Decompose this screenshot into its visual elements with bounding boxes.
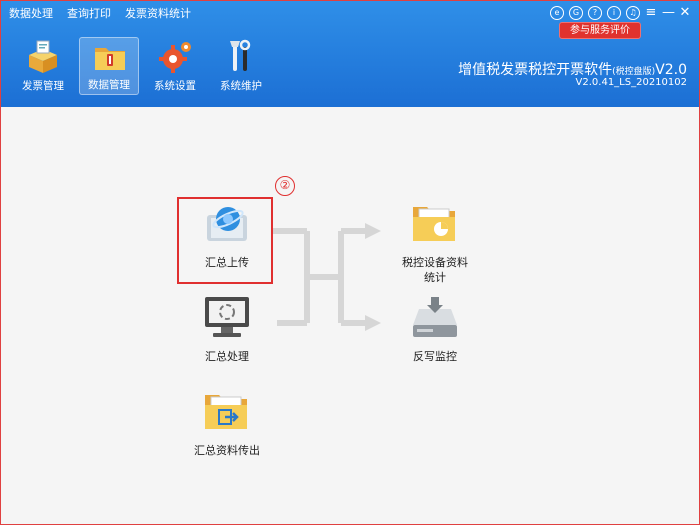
stats-folder-icon <box>413 207 455 241</box>
toolbar-label: 系统设置 <box>154 80 196 92</box>
top-menu: 数据处理 查询打印 发票资料统计 <box>9 7 191 21</box>
node-label: 税控设备资料 统计 <box>393 255 477 285</box>
gear-icon <box>159 42 191 73</box>
toolbar-label: 数据管理 <box>88 79 130 91</box>
toolbar-system-settings[interactable]: 系统设置 <box>145 37 205 95</box>
main-toolbar: 发票管理 数据管理 系统设置 系统维护 <box>13 37 271 95</box>
step-marker: ② <box>275 176 295 196</box>
info-icon[interactable]: i <box>607 6 621 20</box>
toolbar-system-maintenance[interactable]: 系统维护 <box>211 37 271 95</box>
tools-icon <box>230 39 251 71</box>
node-writeback-monitor[interactable]: 反写监控 <box>397 295 473 364</box>
browser-icon[interactable]: e <box>550 6 564 20</box>
main-content: 汇总上传 汇总处理 汇总资料传出 税控设备资料 统计 反写监控 <box>1 107 699 524</box>
toolbar-label: 系统维护 <box>220 80 262 92</box>
monitor-icon <box>205 297 249 337</box>
menu-data-processing[interactable]: 数据处理 <box>9 7 53 21</box>
toolbar-invoice-management[interactable]: 发票管理 <box>13 37 73 95</box>
data-folder-icon <box>95 48 125 70</box>
highlight-box <box>177 197 273 284</box>
service-icon[interactable]: G <box>569 6 583 20</box>
window-controls: e G ? i ♫ ≡ — ✕ <box>550 6 691 20</box>
title-bar: 数据处理 查询打印 发票资料统计 e G ? i ♫ ≡ — ✕ 参与服务评价 <box>1 1 699 107</box>
app-version: V2.0.41_LS_20210102 <box>575 77 687 88</box>
node-summary-process[interactable]: 汇总处理 <box>191 295 263 364</box>
node-summary-export[interactable]: 汇总资料传出 <box>183 389 271 458</box>
help-icon[interactable]: ? <box>588 6 602 20</box>
node-label: 汇总处理 <box>205 350 249 363</box>
rate-service-button[interactable]: 参与服务评价 <box>559 22 641 39</box>
flow-arrows <box>273 223 381 331</box>
app-title: 增值税发票税控开票软件(税控盘版)V2.0 <box>458 59 687 79</box>
app-window: 数据处理 查询打印 发票资料统计 e G ? i ♫ ≡ — ✕ 参与服务评价 <box>0 0 700 525</box>
menu-invoice-stats[interactable]: 发票资料统计 <box>125 7 191 21</box>
node-label: 汇总资料传出 <box>194 444 260 457</box>
toolbar-data-management[interactable]: 数据管理 <box>79 37 139 95</box>
minimize-icon[interactable]: — <box>662 6 675 20</box>
disk-drive-icon <box>413 297 457 337</box>
invoice-box-icon <box>29 40 57 73</box>
node-device-stats[interactable]: 税控设备资料 统计 <box>393 203 477 285</box>
node-label-line1: 税控设备资料 <box>402 256 468 269</box>
node-label: 反写监控 <box>413 350 457 363</box>
user-icon[interactable]: ♫ <box>626 6 640 20</box>
toolbar-label: 发票管理 <box>22 80 64 92</box>
menu-icon[interactable]: ≡ <box>645 6 657 20</box>
app-title-edition: (税控盘版) <box>612 67 656 77</box>
app-title-main: 增值税发票税控开票软件 <box>458 62 613 78</box>
menu-query-print[interactable]: 查询打印 <box>67 7 111 21</box>
export-folder-icon <box>205 395 247 429</box>
app-title-suffix: V2.0 <box>655 62 687 78</box>
close-icon[interactable]: ✕ <box>679 6 691 20</box>
node-label-line2: 统计 <box>424 271 446 284</box>
